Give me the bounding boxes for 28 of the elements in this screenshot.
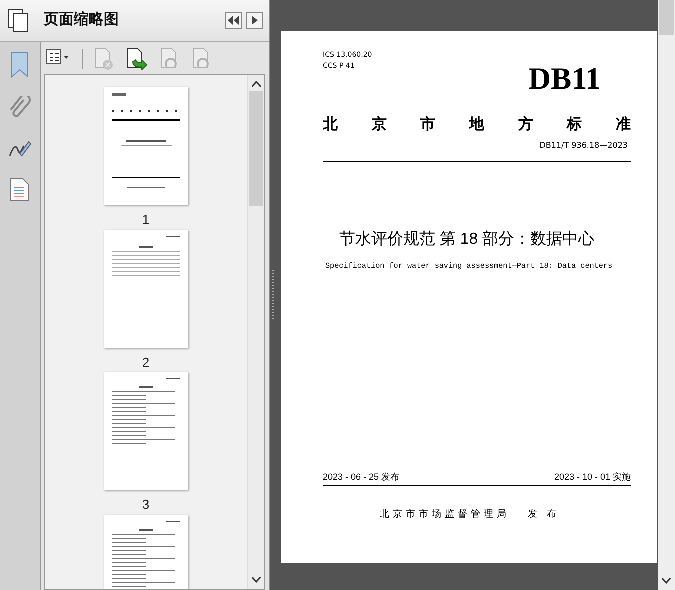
right-arrow-icon bbox=[252, 16, 258, 25]
page-thumbnail-drawing[interactable] bbox=[104, 87, 188, 205]
effective-date: 2023 - 10 - 01 实施 bbox=[554, 470, 631, 484]
panel-title: 页面缩略图 bbox=[44, 10, 120, 30]
scrollbar-thumb[interactable] bbox=[659, 0, 674, 35]
bookmark-icon[interactable] bbox=[10, 52, 30, 78]
next-button[interactable] bbox=[246, 12, 263, 29]
page-thumbnail-drawing[interactable] bbox=[104, 230, 188, 348]
pages-icon[interactable] bbox=[8, 8, 30, 32]
page-number: 2 bbox=[142, 354, 150, 372]
double-left-arrow-icon bbox=[228, 16, 239, 25]
standard-code: DB11 bbox=[528, 64, 601, 94]
insert-page-button[interactable] bbox=[125, 48, 149, 70]
standard-number: DB11/T 936.18—2023 bbox=[540, 140, 628, 152]
document-icon[interactable] bbox=[10, 178, 30, 202]
document-title: 节水评价规范 第 18 部分：数据中心 bbox=[339, 230, 595, 250]
vertical-scrollbar[interactable] bbox=[247, 75, 264, 589]
collapse-panel-button[interactable] bbox=[225, 12, 242, 29]
document-scrollbar[interactable] bbox=[658, 0, 675, 590]
authority-heading: 北京市地方标准 bbox=[323, 115, 631, 135]
scrollbar-thumb[interactable] bbox=[249, 91, 263, 206]
page-number: 3 bbox=[142, 496, 150, 514]
page-number: 1 bbox=[142, 211, 150, 229]
publish-label: 发 布 bbox=[528, 508, 560, 522]
issue-date: 2023 - 06 - 25 发布 bbox=[323, 470, 400, 484]
paperclip-icon[interactable] bbox=[9, 96, 31, 120]
publisher: 北京市市场监督管理局 bbox=[380, 508, 510, 522]
page-thumbnail-drawing[interactable] bbox=[104, 372, 188, 490]
